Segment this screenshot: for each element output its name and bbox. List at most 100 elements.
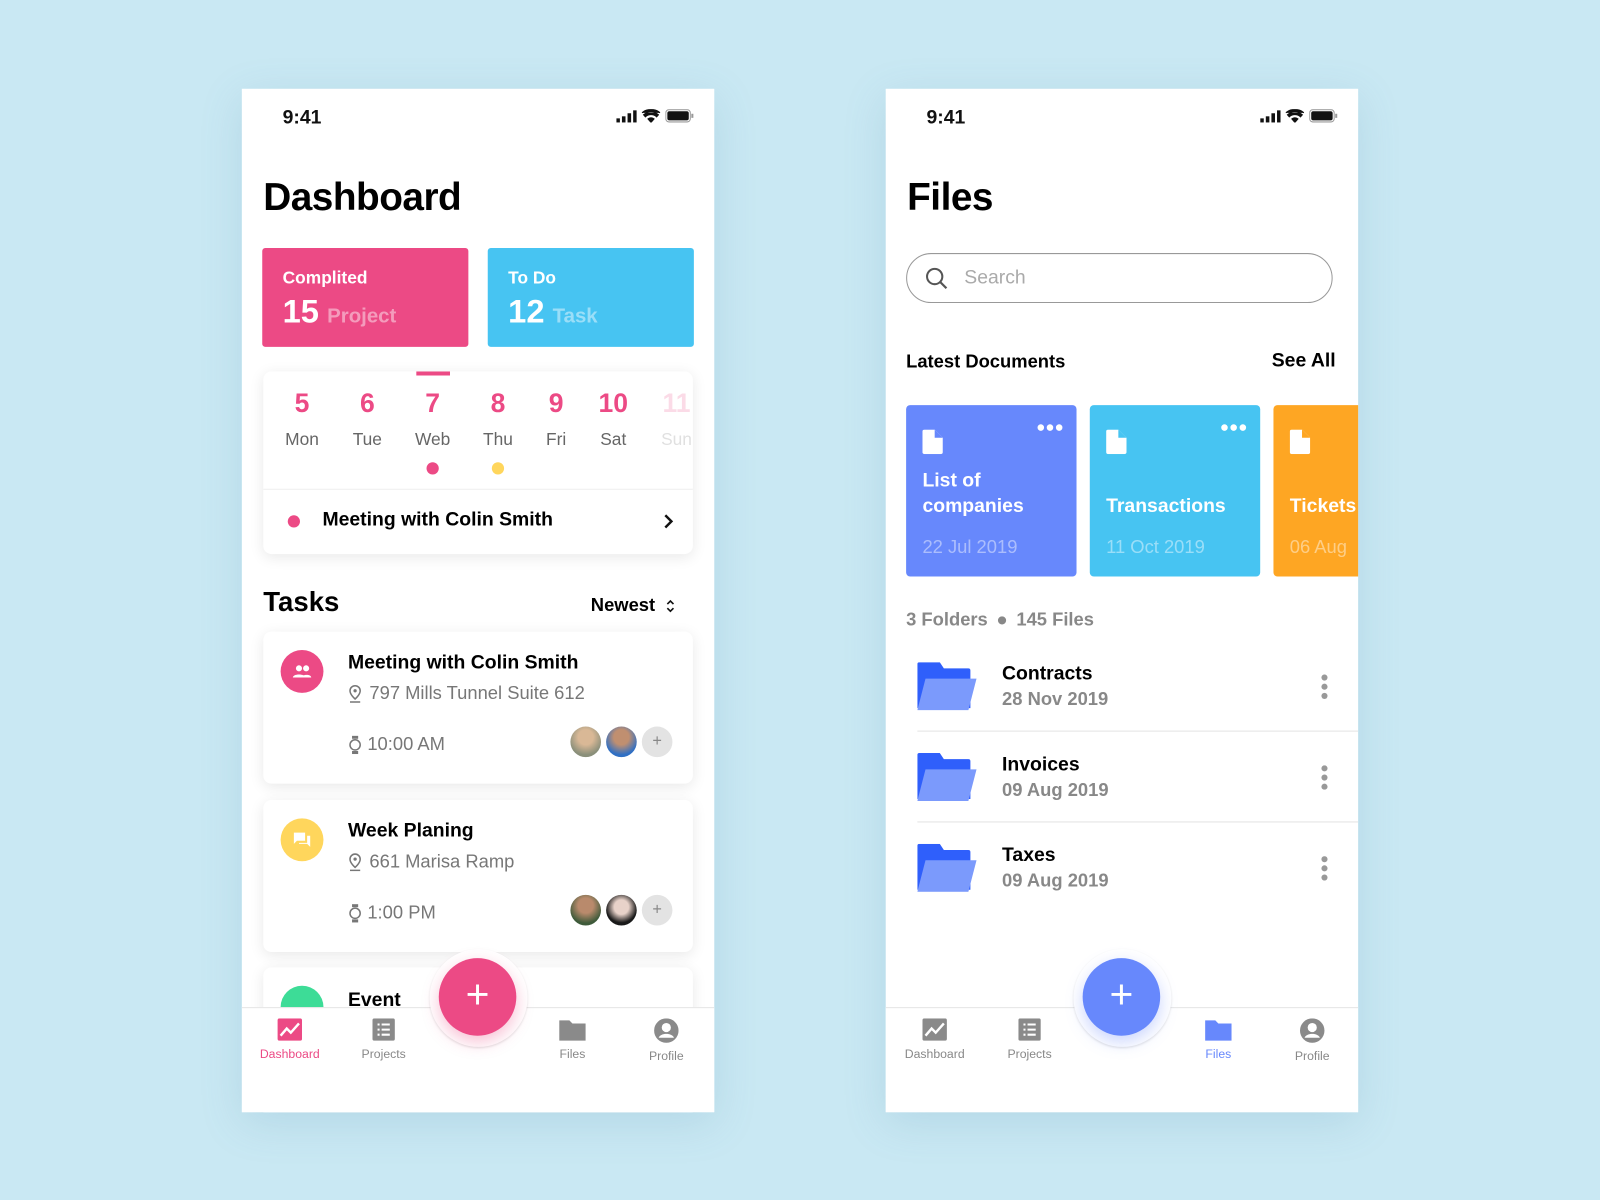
add-member-button[interactable]: + bbox=[641, 726, 673, 758]
more-horizontal-icon[interactable] bbox=[1220, 423, 1247, 431]
day-label: Sat bbox=[600, 429, 627, 449]
user-icon bbox=[654, 1018, 679, 1043]
page-title: Files bbox=[907, 176, 993, 220]
nav-files[interactable]: Files bbox=[532, 1018, 614, 1061]
folder-name: Taxes bbox=[1002, 844, 1056, 867]
list-icon bbox=[372, 1018, 395, 1041]
day-label: Fri bbox=[545, 429, 567, 449]
document-date: 11 Oct 2019 bbox=[1106, 536, 1205, 558]
nav-dashboard[interactable]: Dashboard bbox=[249, 1018, 331, 1061]
battery-icon bbox=[1309, 109, 1338, 123]
sort-chevron-icon bbox=[666, 599, 675, 612]
folder-row[interactable]: Taxes 09 Aug 2019 bbox=[917, 822, 1358, 913]
selected-day-indicator bbox=[416, 371, 450, 376]
nav-label: Projects bbox=[361, 1046, 406, 1062]
event-dot bbox=[287, 515, 300, 528]
folder-icon bbox=[559, 1020, 586, 1041]
day-number: 10 bbox=[598, 387, 629, 419]
nav-projects[interactable]: Projects bbox=[989, 1018, 1071, 1061]
stat-unit: Task bbox=[552, 305, 598, 328]
day-label: Web bbox=[414, 429, 451, 449]
event-dot bbox=[491, 462, 505, 475]
nav-dashboard[interactable]: Dashboard bbox=[894, 1018, 976, 1061]
task-address: 661 Marisa Ramp bbox=[369, 851, 515, 872]
dashboard-screen: 9:41 Dashboard Complited 15 Project To Do… bbox=[241, 88, 715, 1113]
nav-label: Projects bbox=[1007, 1046, 1052, 1062]
location-pin-icon bbox=[349, 684, 361, 703]
nav-projects[interactable]: Projects bbox=[343, 1018, 425, 1061]
chart-icon bbox=[922, 1018, 947, 1041]
day-label: Thu bbox=[483, 429, 513, 449]
folder-date: 09 Aug 2019 bbox=[1002, 779, 1109, 800]
avatar[interactable] bbox=[606, 894, 637, 926]
folder-row[interactable]: Invoices 09 Aug 2019 bbox=[917, 732, 1359, 823]
more-vertical-icon[interactable] bbox=[1320, 765, 1328, 790]
avatar[interactable] bbox=[606, 726, 637, 758]
signal-icon bbox=[1260, 109, 1281, 122]
stat-value: 15 bbox=[282, 292, 319, 330]
see-all-link[interactable]: See All bbox=[1272, 350, 1336, 372]
calendar-event-row[interactable]: Meeting with Colin Smith bbox=[263, 490, 693, 554]
folder-row[interactable]: Contracts 28 Nov 2019 bbox=[917, 641, 1359, 732]
location-pin-icon bbox=[349, 853, 361, 872]
nav-label: Profile bbox=[1294, 1048, 1330, 1064]
search-icon bbox=[926, 267, 948, 290]
avatar[interactable] bbox=[570, 726, 602, 758]
folder-icon bbox=[917, 843, 977, 892]
task-time: 10:00 AM bbox=[367, 733, 445, 755]
completed-card[interactable]: Complited 15 Project bbox=[262, 247, 469, 347]
more-horizontal-icon[interactable] bbox=[1037, 423, 1064, 431]
day-number: 7 bbox=[425, 387, 441, 419]
day-label: Tue bbox=[352, 429, 382, 449]
more-vertical-icon[interactable] bbox=[1320, 674, 1328, 699]
day-number: 5 bbox=[294, 387, 310, 419]
document-title: List of companies bbox=[922, 470, 1024, 518]
document-card[interactable]: Tickets 06 Aug bbox=[1273, 405, 1359, 577]
avatar[interactable] bbox=[570, 894, 602, 926]
document-card[interactable]: Transactions 11 Oct 2019 bbox=[1089, 405, 1261, 577]
user-icon bbox=[1299, 1018, 1325, 1043]
list-icon bbox=[1018, 1018, 1041, 1041]
status-time: 9:41 bbox=[926, 107, 966, 129]
folder-icon bbox=[917, 662, 977, 711]
battery-icon bbox=[665, 109, 694, 123]
day-number: 9 bbox=[548, 387, 564, 419]
file-icon bbox=[1289, 429, 1311, 455]
stat-label: To Do bbox=[508, 268, 557, 288]
search-input[interactable]: Search bbox=[906, 253, 1333, 304]
document-title: Tickets bbox=[1289, 495, 1357, 518]
day-number: 6 bbox=[359, 387, 375, 419]
more-vertical-icon[interactable] bbox=[1320, 856, 1328, 881]
folder-icon bbox=[917, 753, 977, 802]
task-card[interactable]: Week Planing 661 Marisa Ramp 1:00 PM + bbox=[263, 799, 693, 953]
wifi-icon bbox=[1285, 109, 1305, 123]
file-count: 145 Files bbox=[1016, 609, 1094, 630]
day-label: Mon bbox=[285, 429, 319, 449]
task-time: 1:00 PM bbox=[367, 902, 436, 923]
task-address: 797 Mills Tunnel Suite 612 bbox=[369, 682, 585, 704]
task-card[interactable]: Meeting with Colin Smith 797 Mills Tunne… bbox=[263, 631, 693, 784]
add-member-button[interactable]: + bbox=[641, 894, 673, 926]
event-title: Meeting with Colin Smith bbox=[322, 509, 553, 531]
status-icons bbox=[616, 109, 694, 123]
sort-dropdown[interactable]: Newest bbox=[591, 595, 676, 616]
nav-profile[interactable]: Profile bbox=[626, 1018, 708, 1063]
status-icons bbox=[1260, 109, 1338, 123]
nav-profile[interactable]: Profile bbox=[1271, 1018, 1353, 1063]
people-icon bbox=[280, 649, 324, 693]
nav-label: Files bbox=[1205, 1046, 1232, 1062]
nav-files[interactable]: Files bbox=[1178, 1018, 1260, 1061]
todo-card[interactable]: To Do 12 Task bbox=[487, 247, 694, 347]
chart-icon bbox=[277, 1018, 303, 1041]
add-button[interactable]: + bbox=[1082, 958, 1161, 1036]
page-title: Dashboard bbox=[263, 176, 462, 220]
add-button[interactable]: + bbox=[438, 958, 517, 1036]
nav-label: Profile bbox=[648, 1048, 684, 1064]
document-date: 22 Jul 2019 bbox=[922, 536, 1018, 558]
document-card[interactable]: List of companies 22 Jul 2019 bbox=[906, 405, 1077, 577]
stat-unit: Project bbox=[327, 305, 397, 328]
task-title: Meeting with Colin Smith bbox=[347, 652, 579, 674]
folder-name: Contracts bbox=[1002, 663, 1093, 685]
folder-date: 09 Aug 2019 bbox=[1002, 870, 1109, 891]
folder-count: 3 Folders bbox=[906, 609, 988, 630]
